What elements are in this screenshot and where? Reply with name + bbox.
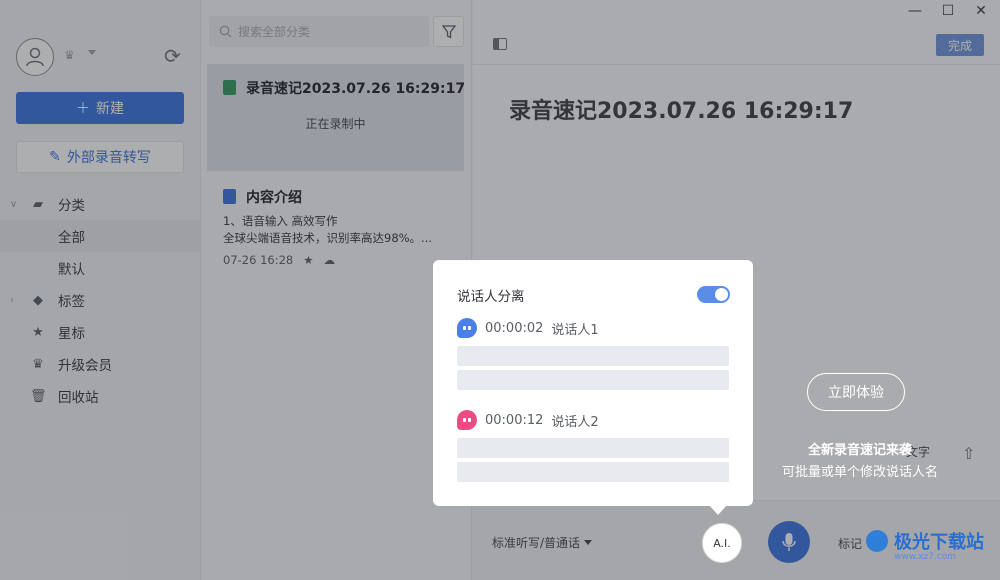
- speaker-avatar-icon: [457, 318, 477, 338]
- speaker-avatar-icon: [457, 410, 477, 430]
- watermark-url: www.xz7.com: [894, 552, 956, 562]
- watermark: 极光下载站 www.xz7.com: [866, 528, 984, 562]
- speaker-time: 00:00:02: [485, 320, 544, 336]
- speaker-name: 说话人1: [551, 322, 599, 338]
- speaker-row: 00:00:12 说话人2: [457, 410, 599, 430]
- feature-announcement: 全新录音速记来袭: [807, 443, 912, 458]
- speaker-separation-card: 说话人分离 00:00:02 说话人1 00:00:12 说话人2: [433, 260, 753, 515]
- text-placeholder-bar: [457, 370, 729, 390]
- watermark-logo-icon: [866, 530, 888, 552]
- speaker-name: 说话人2: [551, 414, 599, 430]
- text-placeholder-bar: [457, 346, 729, 366]
- watermark-brand: 极光下载站: [894, 532, 984, 553]
- speaker-separation-toggle[interactable]: [697, 286, 730, 303]
- card-heading: 说话人分离: [457, 289, 525, 305]
- text-placeholder-bar: [457, 438, 729, 458]
- speaker-row: 00:00:02 说话人1: [457, 318, 599, 338]
- text-placeholder-bar: [457, 462, 729, 482]
- feature-description: 可批量或单个修改说话人名: [781, 465, 938, 480]
- ai-button[interactable]: A.I.: [702, 523, 742, 563]
- speaker-time: 00:00:12: [485, 412, 544, 428]
- try-now-button[interactable]: 立即体验: [807, 373, 905, 411]
